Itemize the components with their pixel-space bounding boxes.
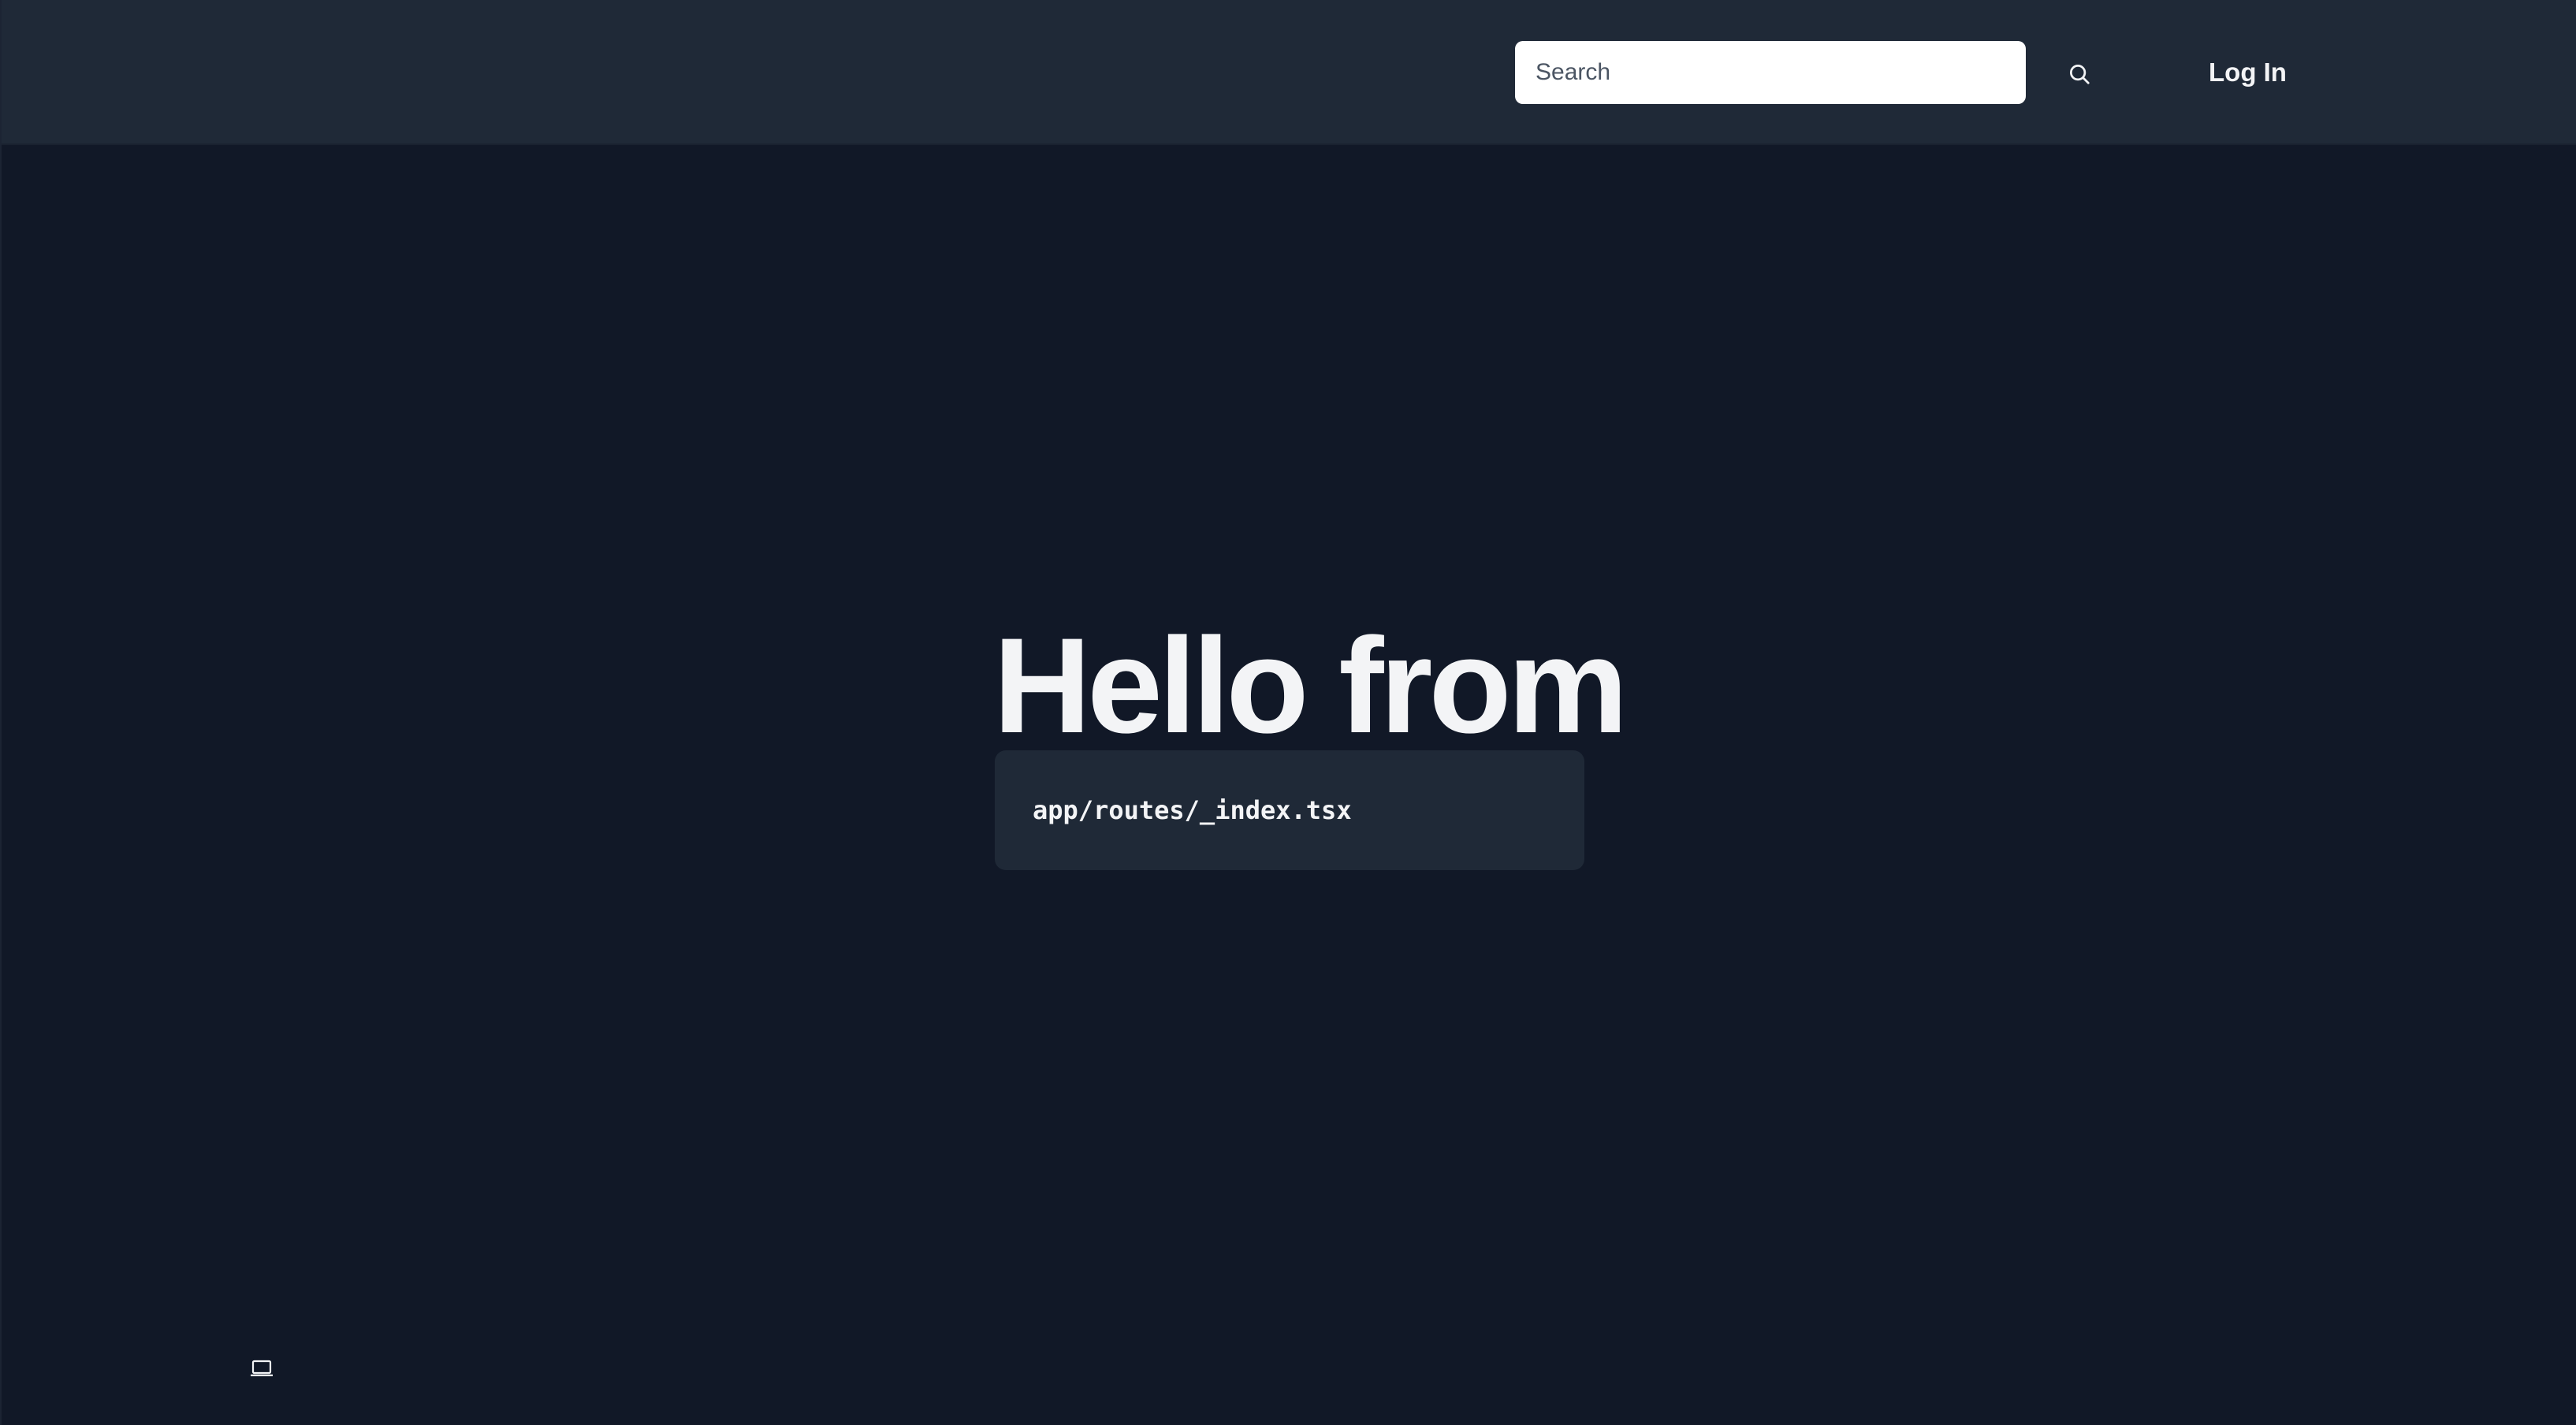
top-navbar: Log In <box>2 0 2576 145</box>
route-file-path: app/routes/_index.tsx <box>1033 795 1352 825</box>
search-input[interactable] <box>1515 41 2026 104</box>
app-page: Log In Hello from app/routes/_index.tsx <box>0 0 2576 1425</box>
laptop-toggle-button[interactable] <box>244 1354 279 1382</box>
laptop-icon <box>251 1360 273 1377</box>
hero-title: Hello from <box>993 610 1629 761</box>
search-icon <box>2070 65 2090 84</box>
code-block: app/routes/_index.tsx <box>995 750 1584 870</box>
login-link[interactable]: Log In <box>2199 50 2296 95</box>
search-button[interactable] <box>2062 57 2097 91</box>
